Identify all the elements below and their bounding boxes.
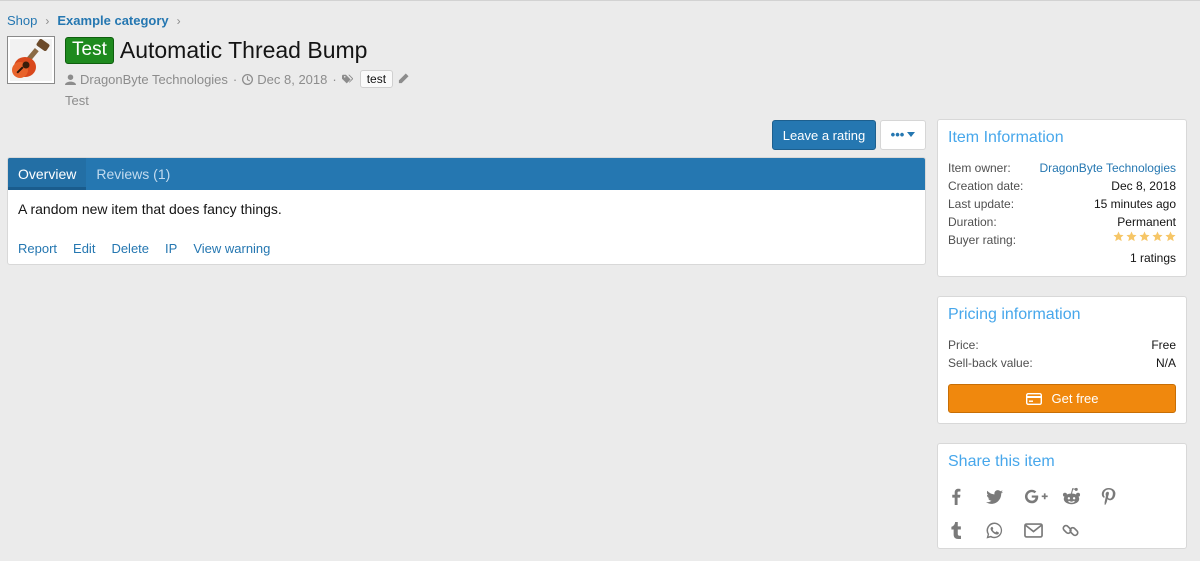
info-label: Last update: bbox=[948, 197, 1015, 211]
view-warning-link[interactable]: View warning bbox=[193, 241, 270, 256]
google-plus-icon[interactable] bbox=[1024, 479, 1062, 513]
tumblr-icon[interactable] bbox=[948, 513, 986, 547]
tags-icon bbox=[341, 74, 353, 85]
star-icon bbox=[1113, 231, 1124, 242]
share-title: Share this item bbox=[948, 453, 1055, 470]
report-link[interactable]: Report bbox=[18, 241, 57, 256]
info-label: Item owner: bbox=[948, 161, 1011, 175]
star-icon bbox=[1165, 231, 1176, 242]
reddit-icon[interactable] bbox=[1062, 479, 1100, 513]
page-title: Automatic Thread Bump bbox=[119, 37, 368, 63]
item-information-title: Item Information bbox=[948, 129, 1064, 146]
twitter-icon[interactable] bbox=[986, 479, 1024, 513]
get-free-button[interactable]: Get free bbox=[948, 384, 1176, 413]
pencil-icon[interactable] bbox=[393, 72, 409, 87]
share-block: Share this item bbox=[937, 443, 1187, 549]
prefix-badge: Test bbox=[65, 37, 114, 64]
price-row: Price: Free bbox=[948, 336, 1176, 354]
edit-link[interactable]: Edit bbox=[73, 241, 95, 256]
title-row: Test Automatic Thread Bump bbox=[65, 37, 367, 64]
item-main-block: Overview Reviews (1) A random new item t… bbox=[7, 157, 926, 265]
info-label: Creation date: bbox=[948, 179, 1024, 193]
item-tagline: Test bbox=[65, 93, 89, 108]
breadcrumb-shop[interactable]: Shop bbox=[7, 13, 37, 28]
price-label: Price: bbox=[948, 338, 979, 352]
star-icon bbox=[1152, 231, 1163, 242]
info-value: 15 minutes ago bbox=[1093, 197, 1176, 211]
guitar-icon bbox=[10, 39, 52, 81]
delete-link[interactable]: Delete bbox=[111, 241, 149, 256]
sellback-value: N/A bbox=[1155, 356, 1176, 370]
info-row-created: Creation date: Dec 8, 2018 bbox=[948, 177, 1176, 195]
share-icons bbox=[948, 479, 1168, 547]
chevron-right-icon: › bbox=[45, 13, 50, 28]
pricing-title: Pricing information bbox=[948, 306, 1081, 323]
email-icon[interactable] bbox=[1024, 513, 1062, 547]
chevron-right-icon: › bbox=[176, 13, 181, 28]
info-value: Dec 8, 2018 bbox=[1111, 179, 1176, 193]
info-label: Buyer rating: bbox=[948, 233, 1017, 247]
author-link[interactable]: DragonByte Technologies bbox=[80, 72, 228, 87]
item-icon bbox=[7, 36, 55, 84]
link-icon[interactable] bbox=[1062, 513, 1100, 547]
separator: · bbox=[332, 71, 337, 87]
tab-overview[interactable]: Overview bbox=[8, 158, 87, 190]
credit-card-icon bbox=[1025, 392, 1042, 405]
price-value: Free bbox=[1151, 338, 1176, 352]
star-icon bbox=[1139, 231, 1150, 242]
clock-icon bbox=[242, 73, 254, 85]
info-row-rating: Buyer rating: bbox=[948, 231, 1176, 249]
more-options-button[interactable]: ••• bbox=[880, 120, 926, 150]
pricing-block: Pricing information Price: Free Sell-bac… bbox=[937, 296, 1187, 424]
info-value: Permanent bbox=[1117, 215, 1176, 229]
content-actions: Report Edit Delete IP View warning bbox=[18, 241, 286, 256]
info-row-updated: Last update: 15 minutes ago bbox=[948, 195, 1176, 213]
chevron-down-icon bbox=[907, 132, 916, 137]
ratings-count: 1 ratings bbox=[1129, 251, 1176, 265]
breadcrumb: Shop › Example category › bbox=[7, 13, 189, 28]
item-date: Dec 8, 2018 bbox=[257, 71, 328, 87]
sellback-label: Sell-back value: bbox=[948, 356, 1033, 370]
item-description: A random new item that does fancy things… bbox=[18, 201, 282, 217]
owner-link[interactable]: DragonByte Technologies bbox=[1039, 159, 1176, 177]
sellback-row: Sell-back value: N/A bbox=[948, 354, 1176, 372]
tab-bar: Overview Reviews (1) bbox=[8, 158, 925, 190]
facebook-icon[interactable] bbox=[948, 479, 986, 513]
tab-reviews[interactable]: Reviews (1) bbox=[86, 158, 180, 190]
breadcrumb-category[interactable]: Example category bbox=[57, 13, 168, 28]
ip-link[interactable]: IP bbox=[165, 241, 177, 256]
rating-stars bbox=[1111, 231, 1176, 249]
item-information-block: Item Information Item owner: DragonByte … bbox=[937, 119, 1187, 277]
whatsapp-icon[interactable] bbox=[986, 513, 1024, 547]
info-row-owner: Item owner: DragonByte Technologies bbox=[948, 159, 1176, 177]
user-icon bbox=[65, 73, 76, 85]
info-label: Duration: bbox=[948, 215, 997, 229]
info-row-duration: Duration: Permanent bbox=[948, 213, 1176, 231]
separator: · bbox=[232, 71, 238, 87]
star-icon bbox=[1126, 231, 1137, 242]
tag-chip[interactable]: test bbox=[359, 70, 394, 88]
item-meta: DragonByte Technologies · Dec 8, 2018 · … bbox=[65, 70, 409, 88]
pinterest-icon[interactable] bbox=[1100, 479, 1138, 513]
get-free-label: Get free bbox=[1051, 391, 1099, 406]
leave-rating-button[interactable]: Leave a rating bbox=[772, 120, 876, 150]
ellipsis-icon: ••• bbox=[890, 127, 905, 142]
